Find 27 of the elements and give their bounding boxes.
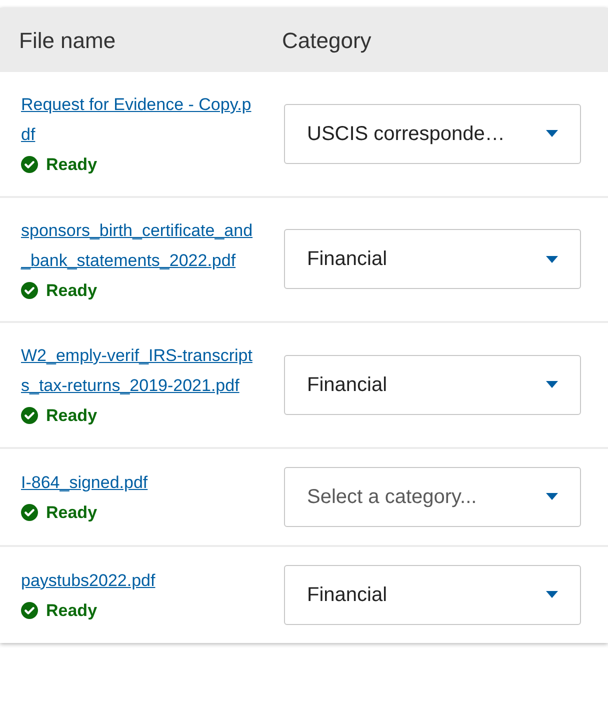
caret-icon [546, 130, 558, 138]
category-select[interactable]: Select a category... [284, 466, 581, 526]
status-label: Ready [46, 502, 98, 524]
category-select[interactable]: USCIS corresponde… [284, 104, 581, 164]
file-link[interactable]: I-864_signed.pdf [21, 468, 255, 498]
status-label: Ready [46, 600, 98, 622]
status-label: Ready [46, 154, 98, 176]
caret-icon [546, 493, 558, 500]
file-link[interactable]: sponsors_birth_certificate_and_bank_statements_2022.pdf [21, 216, 255, 276]
column-header: File name [18, 26, 117, 54]
status-label: Ready [46, 280, 98, 302]
check-circle-icon [21, 504, 38, 521]
check-circle-icon [21, 156, 38, 174]
category-select[interactable]: Financial [284, 354, 581, 415]
file-link[interactable]: W2_emply-verif_IRS-transcripts_tax-returns_2019-2021.pdf [21, 341, 255, 401]
caret-icon [546, 256, 558, 263]
file-link[interactable]: Request for Evidence - Copy.pdf [21, 90, 255, 150]
check-circle-icon [21, 282, 38, 299]
file-link[interactable]: paystubs2022.pdf [21, 566, 255, 596]
category-select[interactable]: Financial [284, 564, 581, 624]
check-circle-icon [21, 602, 38, 619]
caret-icon [546, 591, 558, 598]
column-header: Category [282, 26, 372, 55]
caret-icon [546, 381, 558, 388]
status-label: Ready [46, 405, 98, 427]
check-circle-icon [21, 407, 38, 424]
category-select[interactable]: Financial [284, 229, 581, 290]
